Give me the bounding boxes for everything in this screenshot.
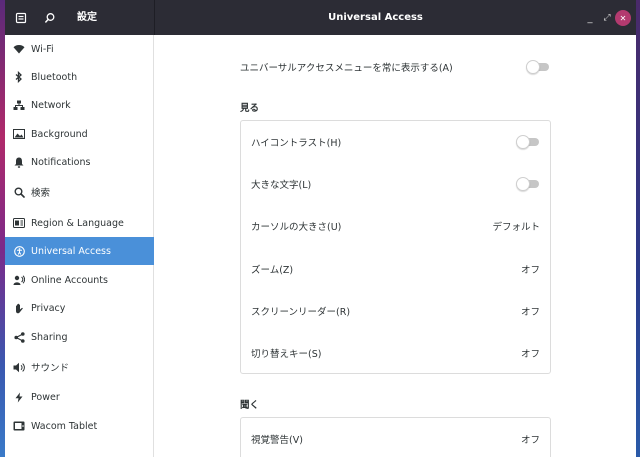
cursor-size-value: デフォルト: [492, 222, 540, 233]
wifi-icon: [5, 35, 31, 63]
bell-icon: [5, 148, 31, 176]
sidebar-item-label: Background: [31, 128, 88, 140]
zoom-value: オフ: [520, 265, 540, 276]
cursor-size-label: カーソルの大きさ(U): [251, 222, 342, 233]
switch-knob: [516, 135, 530, 149]
visual-alerts-row[interactable]: 視覚警告(V) オフ: [241, 418, 550, 457]
close-button[interactable]: ✕: [615, 10, 631, 26]
high-contrast-switch[interactable]: [516, 135, 540, 149]
header-bar: 設定 Universal Access _ ⤢ ✕: [5, 0, 636, 35]
search-icon: [5, 178, 31, 206]
close-icon: ✕: [619, 13, 627, 23]
sidebar-item-label: Notifications: [31, 156, 91, 168]
section-title-seeing: 見る: [240, 103, 260, 114]
visual-alerts-label: 視覚警告(V): [251, 435, 303, 446]
high-contrast-label: ハイコントラスト(H): [251, 138, 342, 149]
section-title-hearing: 聞く: [240, 400, 260, 411]
screen-reader-row[interactable]: スクリーンリーダー(R) オフ: [241, 290, 550, 332]
sidebar-item-label: Universal Access: [31, 245, 111, 257]
always-show-menu-label: ユニバーサルアクセスメニューを常に表示する(A): [240, 63, 453, 74]
sidebar-item-universal-access[interactable]: Universal Access: [5, 237, 154, 265]
online-accounts-icon: [5, 266, 31, 294]
visual-alerts-value: オフ: [520, 435, 540, 446]
hand-icon: [5, 294, 31, 322]
sidebar-item-notifications[interactable]: Notifications: [5, 148, 154, 176]
sidebar-item-power[interactable]: Power: [5, 383, 154, 411]
sidebar-item-label: 検索: [31, 188, 51, 199]
app-menu-icon: [15, 12, 27, 24]
seeing-card: ハイコントラスト(H) 大きな文字(L) カーソルの大きさ(U) デフォルト ズ…: [240, 120, 551, 374]
zoom-label: ズーム(Z): [251, 265, 294, 276]
sidebar-item-background[interactable]: Background: [5, 120, 154, 148]
app-menu-button[interactable]: [12, 9, 30, 27]
sidebar-item-sound[interactable]: サウンド: [5, 353, 154, 381]
share-icon: [5, 323, 31, 351]
network-icon: [5, 91, 31, 119]
large-text-row[interactable]: 大きな文字(L): [241, 163, 550, 205]
bluetooth-icon: [5, 63, 31, 91]
sidebar-item-region-language[interactable]: Region & Language: [5, 209, 154, 237]
large-text-switch[interactable]: [516, 177, 540, 191]
large-text-label: 大きな文字(L): [251, 180, 312, 191]
always-show-menu-switch[interactable]: [526, 60, 550, 74]
sidebar-item-wifi[interactable]: Wi-Fi: [5, 35, 154, 63]
always-show-menu-row[interactable]: ユニバーサルアクセスメニューを常に表示する(A): [240, 54, 550, 80]
cursor-size-row[interactable]: カーソルの大きさ(U) デフォルト: [241, 205, 550, 247]
sidebar-item-label: Wi-Fi: [31, 43, 54, 55]
accessibility-icon: [5, 237, 31, 265]
minimize-button[interactable]: _: [583, 11, 597, 25]
search-icon: [45, 13, 55, 23]
sidebar-item-network[interactable]: Network: [5, 91, 154, 119]
desktop-background-right: [636, 0, 640, 457]
settings-window: 設定 Universal Access _ ⤢ ✕ Wi-Fi Bluetoot…: [5, 0, 636, 457]
high-contrast-row[interactable]: ハイコントラスト(H): [241, 121, 550, 163]
sidebar: Wi-Fi Bluetooth Network Background Notif…: [5, 35, 154, 457]
sidebar-item-wacom-tablet[interactable]: Wacom Tablet: [5, 412, 154, 440]
hearing-card: 視覚警告(V) オフ: [240, 417, 551, 457]
maximize-icon: ⤢: [603, 13, 611, 23]
window-title: Universal Access: [328, 12, 423, 23]
background-icon: [5, 120, 31, 148]
maximize-button[interactable]: ⤢: [600, 11, 614, 25]
sidebar-item-bluetooth[interactable]: Bluetooth: [5, 63, 154, 91]
zoom-row[interactable]: ズーム(Z) オフ: [241, 248, 550, 290]
sidebar-item-label: Network: [31, 99, 71, 111]
main-panel: ユニバーサルアクセスメニューを常に表示する(A) 見る ハイコントラスト(H) …: [155, 35, 636, 457]
speaker-icon: [5, 353, 31, 381]
sidebar-item-label: Wacom Tablet: [31, 420, 98, 432]
switch-knob: [516, 177, 530, 191]
sidebar-item-privacy[interactable]: Privacy: [5, 294, 154, 322]
power-icon: [5, 383, 31, 411]
header-left: 設定: [5, 0, 154, 35]
switch-keys-value: オフ: [520, 349, 540, 360]
sidebar-item-label: Bluetooth: [31, 71, 78, 83]
minimize-icon: _: [587, 12, 593, 24]
sidebar-item-search[interactable]: 検索: [5, 178, 154, 206]
sidebar-item-label: Privacy: [31, 302, 66, 314]
sidebar-item-label: Power: [31, 391, 60, 403]
app-title: 設定: [77, 12, 97, 23]
sidebar-item-label: Online Accounts: [31, 274, 108, 286]
switch-knob: [526, 60, 540, 74]
screen-reader-label: スクリーンリーダー(R): [251, 307, 351, 318]
search-button[interactable]: [41, 9, 59, 27]
screen-reader-value: オフ: [520, 307, 540, 318]
sidebar-item-label: Region & Language: [31, 217, 124, 229]
sidebar-item-sharing[interactable]: Sharing: [5, 323, 154, 351]
switch-keys-row[interactable]: 切り替えキー(S) オフ: [241, 332, 550, 374]
region-icon: [5, 209, 31, 237]
switch-keys-label: 切り替えキー(S): [251, 349, 322, 360]
sidebar-item-online-accounts[interactable]: Online Accounts: [5, 266, 154, 294]
tablet-icon: [5, 412, 31, 440]
sidebar-item-label: サウンド: [31, 363, 70, 374]
sidebar-item-label: Sharing: [31, 331, 68, 343]
